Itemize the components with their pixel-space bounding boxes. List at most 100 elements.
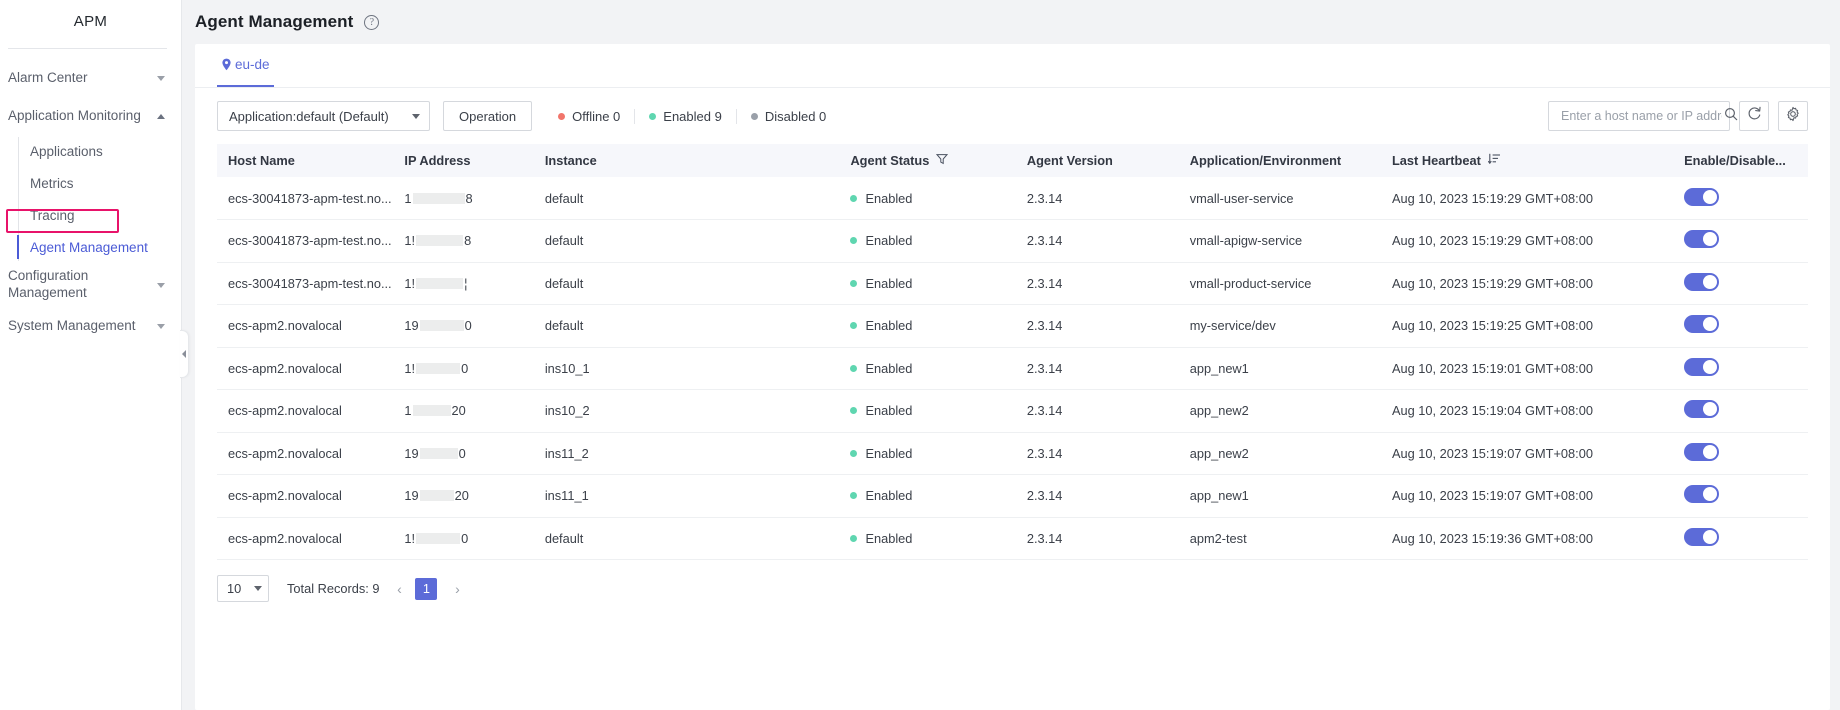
toolbar: Application:default (Default) Operation …	[195, 88, 1830, 144]
sidebar-group-system-management[interactable]: System Management	[0, 307, 181, 345]
agents-table: Host Name IP Address Instance Agent Stat…	[217, 144, 1808, 560]
redaction-block	[419, 490, 454, 502]
sidebar-item-label: Tracing	[30, 207, 75, 223]
table-row[interactable]: ecs-30041873-apm-test.no... 1 8 default Enab…	[217, 177, 1808, 220]
status-dot	[850, 492, 858, 500]
cell-ip-address: 1! 8	[393, 219, 534, 263]
enable-disable-toggle[interactable]	[1684, 527, 1720, 546]
enable-disable-toggle[interactable]	[1684, 315, 1720, 334]
tab-eu-de[interactable]: eu-de	[217, 44, 274, 87]
enable-disable-toggle[interactable]	[1684, 230, 1720, 249]
sidebar-item-metrics[interactable]: Metrics	[18, 167, 181, 199]
table-row[interactable]: ecs-30041873-apm-test.no... 1! 8 default Ena…	[217, 219, 1808, 263]
table-row[interactable]: ecs-apm2.novalocal 19 0 default Enabled 2.3.1…	[217, 304, 1808, 348]
column-header-last-heartbeat: Last Heartbeat	[1380, 144, 1674, 177]
cell-enable-disable	[1673, 389, 1808, 433]
column-label: Agent Status	[850, 153, 930, 168]
table-row[interactable]: ecs-apm2.novalocal 1! 0 ins10_1 Enabled 2.3.1…	[217, 347, 1808, 390]
enable-disable-toggle[interactable]	[1684, 187, 1720, 206]
column-label: Instance	[544, 153, 597, 168]
cell-enable-disable	[1673, 262, 1808, 305]
sidebar-item-tracing[interactable]: Tracing	[18, 199, 181, 231]
gear-icon	[1785, 106, 1801, 127]
tab-label: eu-de	[235, 57, 270, 72]
sidebar-item-applications[interactable]: Applications	[18, 135, 181, 167]
cell-agent-version: 2.3.14	[1015, 432, 1179, 475]
search-box[interactable]	[1548, 101, 1738, 131]
application-select[interactable]: Application:default (Default)	[217, 101, 430, 131]
cell-last-heartbeat: Aug 10, 2023 15:19:25 GMT+08:00	[1380, 304, 1674, 348]
sort-icon[interactable]	[1487, 153, 1501, 168]
enable-disable-toggle[interactable]	[1684, 357, 1720, 376]
enable-disable-toggle[interactable]	[1684, 400, 1720, 419]
sidebar-group-label: Application Monitoring	[8, 107, 141, 123]
sidebar-group-alarm-center[interactable]: Alarm Center	[0, 59, 181, 97]
page-number-1[interactable]: 1	[415, 577, 438, 600]
table-header-row: Host Name IP Address Instance Agent Stat…	[217, 144, 1808, 177]
redaction-block	[416, 362, 461, 374]
status-summary: Offline 0 Enabled 9 Disabled 0	[544, 108, 840, 124]
page-size-select[interactable]: 10	[217, 575, 269, 602]
sidebar-group-configuration-management[interactable]: Configuration Management	[0, 263, 181, 307]
sidebar-group-label: Configuration Management	[8, 268, 89, 300]
cell-instance: default	[533, 219, 840, 263]
column-header-agent-version: Agent Version	[1015, 144, 1179, 177]
status-filter-enabled[interactable]: Enabled 9	[634, 108, 736, 124]
table-row[interactable]: ecs-apm2.novalocal 1! 0 default Enabled 2.3.1…	[217, 517, 1808, 560]
redaction-block	[416, 532, 461, 544]
status-label: Enabled	[865, 190, 913, 206]
enable-disable-toggle[interactable]	[1684, 485, 1720, 504]
status-enabled-label: Enabled 9	[663, 108, 722, 124]
table-row[interactable]: ecs-apm2.novalocal 1 20 ins10_2 Enabled 2.3.1…	[217, 389, 1808, 433]
refresh-button[interactable]	[1739, 101, 1769, 131]
cell-application-environment: app_new2	[1178, 389, 1381, 433]
sidebar-group-label: System Management	[8, 317, 136, 333]
next-page-button[interactable]: ›	[445, 577, 469, 601]
cell-ip-address: 1! 0	[393, 347, 534, 390]
cell-enable-disable	[1673, 474, 1808, 518]
status-filter-disabled[interactable]: Disabled 0	[735, 108, 840, 124]
column-label: Host Name	[228, 153, 295, 168]
chevron-down-icon	[157, 75, 165, 81]
refresh-icon	[1747, 106, 1762, 126]
chevron-down-icon	[157, 323, 165, 329]
status-dot	[850, 322, 858, 330]
redaction-block	[416, 277, 464, 289]
status-disabled-label: Disabled 0	[764, 108, 827, 124]
table-row[interactable]: ecs-apm2.novalocal 19 0 ins11_2 Enabled 2.3.1…	[217, 432, 1808, 475]
column-header-application-environment: Application/Environment	[1178, 144, 1381, 177]
status-dot	[850, 279, 858, 287]
column-label: Application/Environment	[1189, 153, 1342, 168]
cell-ip-address: 1! 0	[393, 517, 534, 560]
agents-table-wrapper: Host Name IP Address Instance Agent Stat…	[195, 144, 1830, 560]
search-input[interactable]	[1559, 108, 1724, 124]
cell-application-environment: apm2-test	[1178, 517, 1381, 560]
cell-host-name: ecs-apm2.novalocal	[217, 517, 394, 560]
status-label: Enabled	[865, 318, 913, 334]
sidebar-item-agent-management[interactable]: Agent Management	[17, 231, 181, 263]
cell-instance: ins11_2	[533, 432, 840, 475]
cell-last-heartbeat: Aug 10, 2023 15:19:29 GMT+08:00	[1380, 219, 1674, 263]
table-row[interactable]: ecs-apm2.novalocal 19 20 ins11_1 Enabled 2.3.…	[217, 474, 1808, 518]
search-icon[interactable]	[1724, 107, 1738, 126]
enable-disable-toggle[interactable]	[1684, 442, 1720, 461]
operation-button-label: Operation	[459, 108, 517, 124]
table-row[interactable]: ecs-30041873-apm-test.no... 1! ¦ default Ena…	[217, 262, 1808, 305]
prev-page-button[interactable]: ‹	[387, 577, 411, 601]
cell-agent-status: Enabled	[839, 262, 1016, 305]
column-header-agent-status: Agent Status	[839, 144, 1016, 177]
status-label: Enabled	[865, 488, 913, 504]
cell-enable-disable	[1673, 517, 1808, 560]
enable-disable-toggle[interactable]	[1684, 272, 1720, 291]
question-mark-circle-icon[interactable]: ?	[364, 14, 380, 30]
redaction-block	[412, 192, 465, 204]
sidebar-group-application-monitoring[interactable]: Application Monitoring	[0, 97, 181, 135]
settings-button[interactable]	[1778, 101, 1808, 131]
sidebar-product-title: APM	[73, 13, 108, 30]
status-label: Enabled	[865, 233, 913, 249]
status-filter-offline[interactable]: Offline 0	[544, 109, 634, 124]
operation-button[interactable]: Operation	[443, 101, 533, 131]
cell-host-name: ecs-30041873-apm-test.no...	[217, 262, 394, 305]
filter-icon[interactable]	[936, 153, 949, 168]
app-root: APM Alarm Center Application Monitoring …	[0, 0, 1840, 710]
